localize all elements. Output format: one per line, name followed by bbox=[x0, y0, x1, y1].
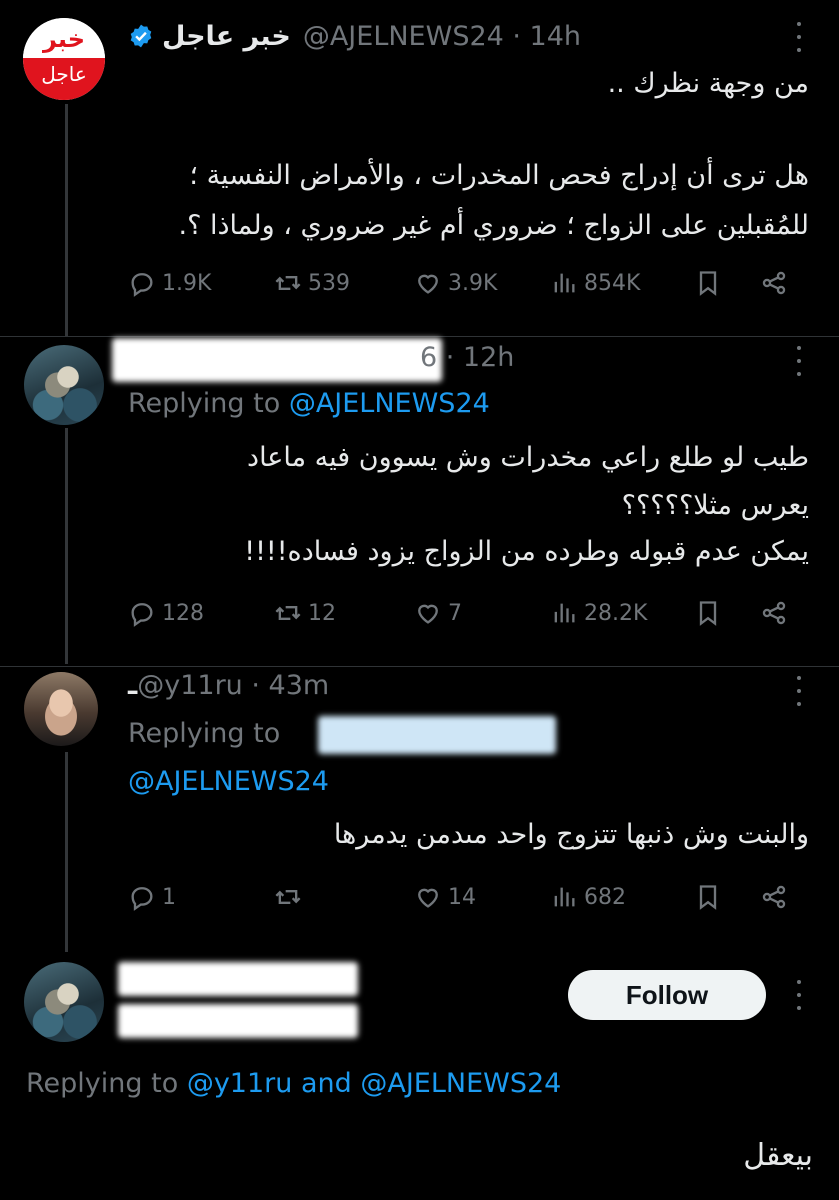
views-icon bbox=[554, 603, 575, 623]
tweet2-replying-to: Replying to @AJELNEWS24 bbox=[128, 388, 490, 419]
tweet3-reply-count: 1 bbox=[162, 884, 176, 910]
tweet1-text-line1: من وجهة نظرك .. bbox=[607, 68, 809, 99]
tweet3-reply-button[interactable]: 1 bbox=[128, 877, 176, 917]
avatar-wolf[interactable] bbox=[24, 345, 104, 425]
tweet4-text: بيعقل bbox=[743, 1138, 813, 1173]
tweet3-like-count: 14 bbox=[448, 884, 476, 910]
tweet2-view-count: 28.2K bbox=[584, 600, 648, 626]
reply-icon bbox=[131, 887, 153, 911]
tweet2-retweet-button[interactable]: 12 bbox=[274, 593, 336, 633]
tweet1-more-icon[interactable] bbox=[790, 22, 808, 52]
tweet1-view-count: 854K bbox=[584, 270, 641, 296]
avatar-logo-top: خبر bbox=[42, 25, 86, 53]
tweet2-reply-button[interactable]: 128 bbox=[128, 593, 204, 633]
tweet2-views-button[interactable]: 28.2K bbox=[550, 593, 647, 633]
like-icon bbox=[418, 604, 438, 624]
tweet3-more-icon[interactable] bbox=[790, 676, 808, 706]
tweet1-text-line2: هل ترى أن إدراج فحص المخدرات ، والأمراض … bbox=[189, 160, 809, 191]
tweet1-display-name[interactable]: خبر عاجل bbox=[162, 21, 291, 52]
reply-icon bbox=[131, 273, 153, 297]
views-icon bbox=[554, 273, 575, 293]
tweet4-replying-to: Replying to @y11ru and @AJELNEWS24 bbox=[26, 1068, 562, 1099]
share-icon bbox=[762, 271, 786, 295]
tweet2-text-line3: يمكن عدم قبوله وطرده من الزواج يزود فساد… bbox=[244, 536, 809, 567]
tweet2-like-count: 7 bbox=[448, 600, 462, 626]
blurred-display-name bbox=[112, 338, 442, 382]
tweet2-like-button[interactable]: 7 bbox=[414, 593, 462, 633]
tweet2-bookmark-button[interactable] bbox=[694, 593, 728, 633]
tweet1-like-button[interactable]: 3.9K bbox=[414, 263, 497, 303]
bookmark-icon bbox=[699, 885, 717, 910]
tweet1-handle-time[interactable]: @AJELNEWS24 · 14h bbox=[303, 21, 581, 52]
divider bbox=[0, 336, 839, 337]
share-icon bbox=[762, 885, 786, 909]
replying-link-y11ru[interactable]: @y11ru bbox=[187, 1068, 293, 1099]
follow-button[interactable]: Follow bbox=[568, 970, 766, 1020]
reply-icon bbox=[131, 603, 153, 627]
divider bbox=[0, 666, 839, 667]
tweet3-like-button[interactable]: 14 bbox=[414, 877, 476, 917]
avatar-wolf[interactable] bbox=[24, 962, 104, 1042]
tweet3-display-name[interactable]: ـ bbox=[128, 670, 137, 701]
tweet1-bookmark-button[interactable] bbox=[694, 263, 728, 303]
tweet1-reply-button[interactable]: 1.9K bbox=[128, 263, 211, 303]
tweet1-retweet-button[interactable]: 539 bbox=[274, 263, 350, 303]
replying-link-ajelnews[interactable]: @AJELNEWS24 bbox=[289, 388, 490, 419]
retweet-icon bbox=[275, 606, 301, 620]
retweet-icon bbox=[275, 890, 301, 904]
tweet1-views-button[interactable]: 854K bbox=[550, 263, 640, 303]
tweet3-retweet-button[interactable] bbox=[274, 877, 308, 917]
tweet2-handle-time[interactable]: 6 · 12h bbox=[420, 338, 514, 378]
thread-line-2 bbox=[65, 428, 68, 664]
tweet3-view-count: 682 bbox=[584, 884, 626, 910]
share-icon bbox=[762, 601, 786, 625]
tweet2-retweet-count: 12 bbox=[308, 600, 336, 626]
thread-line-3 bbox=[65, 752, 68, 952]
tweet3-share-button[interactable] bbox=[760, 877, 794, 917]
verified-icon bbox=[128, 23, 154, 49]
bookmark-icon bbox=[699, 271, 717, 296]
avatar-y11ru[interactable] bbox=[24, 672, 98, 746]
replying-link-ajelnews[interactable]: @AJELNEWS24 bbox=[128, 762, 329, 802]
like-icon bbox=[418, 888, 438, 908]
tweet3-header: ـ@y11ru · 43m bbox=[128, 666, 329, 706]
tweet3-handle-time[interactable]: @y11ru · 43m bbox=[137, 670, 329, 701]
tweet2-more-icon[interactable] bbox=[790, 346, 808, 376]
avatar-logo-bottom: عاجل bbox=[41, 62, 87, 86]
tweet1-like-count: 3.9K bbox=[448, 270, 498, 296]
blurred-handle bbox=[118, 1004, 358, 1038]
bookmark-icon bbox=[699, 601, 717, 626]
tweet3-text-line1: والبنت وش ذنبها تتزوج واحد مىدمن يدمرها bbox=[333, 819, 809, 850]
tweet4-more-icon[interactable] bbox=[790, 980, 808, 1010]
tweet1-text-line3: للمُقبلين على الزواج ؛ ضروري أم غير ضرور… bbox=[178, 210, 809, 241]
thread-line-1 bbox=[65, 104, 68, 336]
avatar-ajelnews[interactable]: خبر عاجل bbox=[23, 18, 105, 100]
tweet3-actions: 1 14 682 bbox=[128, 877, 808, 917]
tweet1-reply-count: 1.9K bbox=[162, 270, 212, 296]
tweet3-views-button[interactable]: 682 bbox=[550, 877, 626, 917]
tweet1-share-button[interactable] bbox=[760, 263, 794, 303]
tweet1-actions: 1.9K 539 3.9K 854K bbox=[128, 263, 808, 303]
tweet2-reply-count: 128 bbox=[162, 600, 204, 626]
views-icon bbox=[554, 887, 575, 907]
replying-link-ajelnews[interactable]: @AJELNEWS24 bbox=[360, 1068, 561, 1099]
tweet3-bookmark-button[interactable] bbox=[694, 877, 728, 917]
tweet1-header: خبر عاجل @AJELNEWS24 · 14h bbox=[128, 16, 581, 56]
tweet3-replying-prefix: Replying to bbox=[128, 718, 281, 749]
like-icon bbox=[418, 274, 438, 294]
tweet1-retweet-count: 539 bbox=[308, 270, 350, 296]
blurred-replying-handle bbox=[318, 716, 556, 754]
tweet2-text-line2: يعرس مثلا؟؟؟؟؟ bbox=[621, 490, 809, 521]
blurred-display-name bbox=[118, 962, 358, 996]
tweet2-actions: 128 12 7 28.2K bbox=[128, 593, 808, 633]
tweet2-text-line1: طيب لو طلع راعي مخدرات وش يسوون فيه ماعا… bbox=[247, 442, 809, 473]
retweet-icon bbox=[275, 276, 301, 290]
tweet2-share-button[interactable] bbox=[760, 593, 794, 633]
